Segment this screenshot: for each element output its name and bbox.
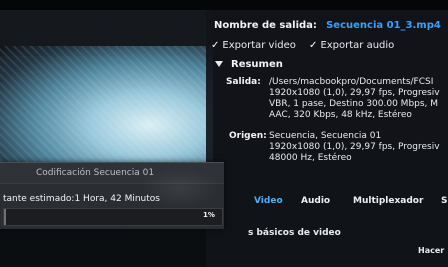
export-video-checkbox[interactable]: ✓ Exportar video [211, 40, 296, 51]
summary-header: Resumen [231, 59, 283, 70]
basic-video-settings-heading: s básicos de video [248, 228, 341, 238]
disclosure-triangle-icon [215, 61, 223, 67]
summary-salida: Salida: /Users/macbookpro/Documents/FCSI… [226, 77, 448, 121]
progress-percent: 1% [203, 211, 215, 219]
check-icon: ✓ [309, 40, 318, 51]
export-audio-label: Exportar audio [320, 40, 395, 51]
top-strip [0, 0, 448, 10]
origen-line-1: Secuencia, Secuencia 01 [269, 131, 382, 141]
salida-line-3: VBR, 1 pase, Destino 300.00 Mbps, M [269, 99, 439, 109]
export-video-label: Exportar video [222, 40, 296, 51]
output-name-label: Nombre de salida: [214, 20, 317, 31]
tab-multiplexer[interactable]: Multiplexador [353, 196, 423, 206]
dialog-title: Codificación Secuencia 01 [36, 168, 155, 178]
screen: Nombre de salida: Secuencia 01_3.mp4 ✓ Ex… [0, 0, 448, 267]
hacer-label: Hacer [418, 246, 445, 255]
salida-line-1: /Users/macbookpro/Documents/FCSI [269, 77, 434, 87]
dialog-title-bar[interactable]: Codificación Secuencia 01 [0, 163, 224, 184]
tab-more[interactable]: S [441, 196, 447, 206]
progress-bar [3, 208, 223, 226]
export-audio-checkbox[interactable]: ✓ Exportar audio [309, 40, 394, 51]
tab-video[interactable]: Video [254, 196, 283, 206]
salida-line-2: 1920x1080 (1,0), 29,97 fps, Progresiv [269, 88, 440, 98]
check-icon: ✓ [211, 40, 220, 51]
origen-label: Origen: [229, 131, 267, 141]
output-name-row: Nombre de salida: Secuencia 01_3.mp4 [214, 20, 441, 31]
output-name-link[interactable]: Secuencia 01_3.mp4 [326, 20, 441, 31]
time-remaining-text: tante estimado:1 Hora, 42 Minutos [3, 194, 160, 204]
salida-line-4: AAC, 320 Kbps, 48 kHz, Estéreo [269, 110, 412, 120]
origen-line-2: 1920x1080 (1,0), 29,97 fps, Progresiv [269, 142, 440, 152]
preview-frame [0, 46, 213, 178]
summary-origen: Origen: Secuencia, Secuencia 01 1920x108… [229, 131, 448, 164]
encoding-progress-dialog: Codificación Secuencia 01 tante estimado… [0, 162, 224, 229]
summary-toggle[interactable]: Resumen [215, 59, 283, 70]
progress-bar-fill [4, 209, 6, 225]
tab-audio[interactable]: Audio [301, 196, 330, 206]
origen-line-3: 48000 Hz, Estéreo [269, 153, 352, 163]
salida-label: Salida: [226, 77, 261, 87]
export-options-row: ✓ Exportar video ✓ Exportar audio [211, 40, 394, 51]
video-preview [0, 10, 213, 180]
